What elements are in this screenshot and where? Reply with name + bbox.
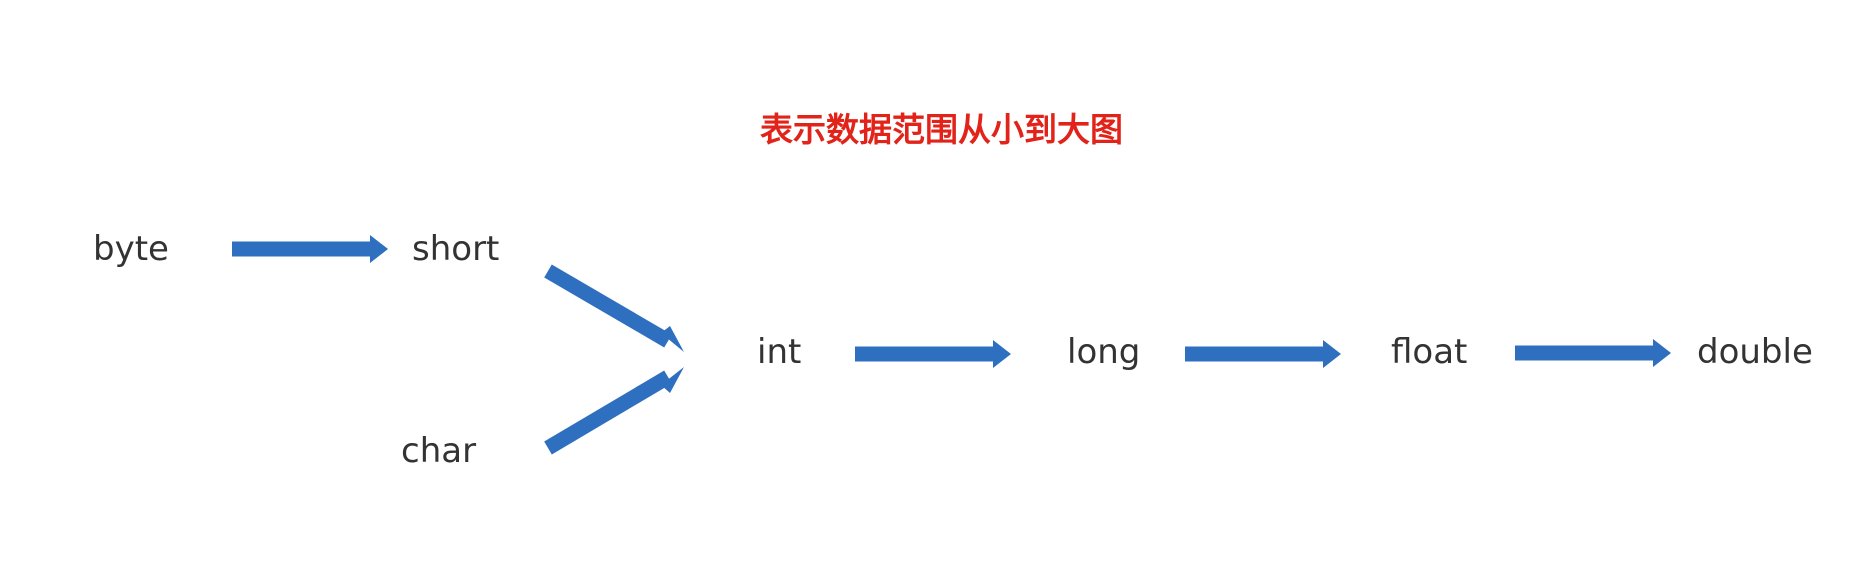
arrow-byte-to-short [232, 235, 388, 263]
arrow-int-to-long [855, 340, 1011, 368]
arrow-char-to-int [544, 367, 684, 455]
arrows-layer [232, 235, 1671, 455]
type-conversion-diagram: 表示数据范围从小到大图 byte short char int long flo… [0, 0, 1868, 588]
arrow-long-to-float [1185, 340, 1341, 368]
arrow-float-to-double [1515, 339, 1671, 367]
arrow-short-to-int [544, 264, 684, 352]
